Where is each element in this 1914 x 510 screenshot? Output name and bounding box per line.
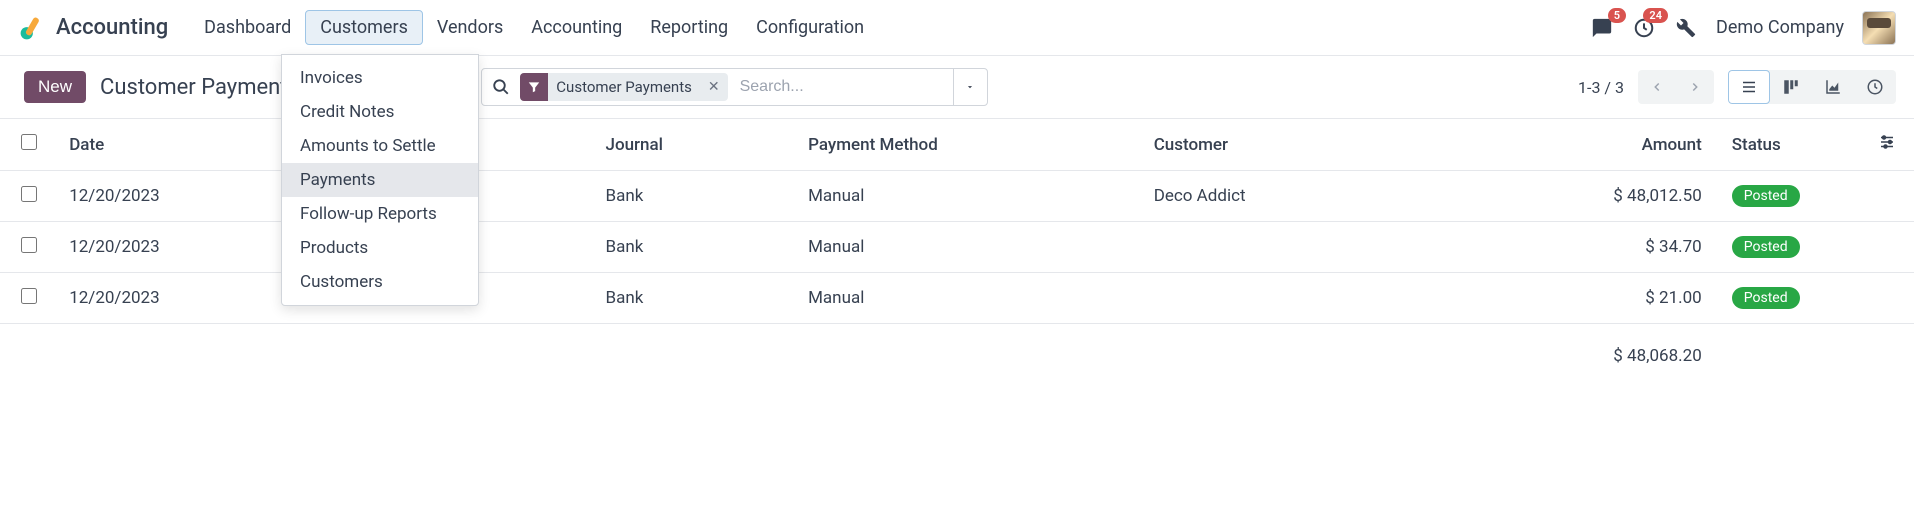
app-name: Accounting [56, 15, 168, 40]
search-box: Customer Payments ✕ [481, 68, 987, 106]
pager-buttons [1638, 70, 1714, 104]
cell-method: Manual [796, 222, 1142, 273]
filter-chip-remove[interactable]: ✕ [700, 79, 728, 95]
cell-customer [1142, 222, 1547, 273]
nav-reporting[interactable]: Reporting [636, 11, 742, 44]
dropdown-invoices[interactable]: Invoices [282, 61, 478, 95]
funnel-icon [520, 73, 548, 101]
pager-next[interactable] [1676, 70, 1714, 104]
search-input[interactable] [734, 78, 953, 96]
status-badge: Posted [1732, 185, 1800, 207]
tools-icon[interactable] [1674, 16, 1698, 40]
cell-method: Manual [796, 273, 1142, 324]
company-name[interactable]: Demo Company [1716, 17, 1844, 38]
cell-journal: Bank [594, 171, 797, 222]
dropdown-followup-reports[interactable]: Follow-up Reports [282, 197, 478, 231]
view-activity[interactable] [1854, 70, 1896, 104]
nav-items: Dashboard Customers Vendors Accounting R… [190, 10, 878, 45]
col-amount[interactable]: Amount [1547, 119, 1714, 171]
activities-badge: 24 [1643, 8, 1668, 23]
cell-method: Manual [796, 171, 1142, 222]
cell-date: 12/20/2023 [57, 273, 283, 324]
search-options-toggle[interactable] [953, 69, 987, 105]
navbar: Accounting Dashboard Customers Vendors A… [0, 0, 1914, 56]
customers-dropdown: Invoices Credit Notes Amounts to Settle … [281, 54, 479, 306]
app-logo[interactable]: Accounting [18, 14, 168, 42]
logo-icon [18, 14, 46, 42]
select-all-checkbox[interactable] [21, 134, 37, 150]
page-title: Customer Payments [100, 75, 299, 100]
col-customer[interactable]: Customer [1142, 119, 1547, 171]
view-graph[interactable] [1812, 70, 1854, 104]
status-badge: Posted [1732, 236, 1800, 258]
row-checkbox[interactable] [21, 186, 37, 202]
pager-text: 1-3 / 3 [1578, 78, 1624, 97]
dropdown-products[interactable]: Products [282, 231, 478, 265]
dropdown-credit-notes[interactable]: Credit Notes [282, 95, 478, 129]
filter-chip-label: Customer Payments [548, 78, 700, 96]
cell-date: 12/20/2023 [57, 222, 283, 273]
cell-amount: $ 48,012.50 [1547, 171, 1714, 222]
col-method[interactable]: Payment Method [796, 119, 1142, 171]
pager-prev[interactable] [1638, 70, 1676, 104]
nav-right: 5 24 Demo Company [1590, 11, 1896, 45]
cell-customer: Deco Addict [1142, 171, 1547, 222]
pager-area: 1-3 / 3 [1578, 70, 1896, 104]
nav-vendors[interactable]: Vendors [423, 11, 517, 44]
dropdown-customers[interactable]: Customers [282, 265, 478, 299]
new-button[interactable]: New [24, 71, 86, 103]
dropdown-payments[interactable]: Payments [282, 163, 478, 197]
view-switcher [1728, 70, 1896, 104]
col-status[interactable]: Status [1714, 119, 1857, 171]
cell-amount: $ 21.00 [1547, 273, 1714, 324]
table-footer-row: $ 48,068.20 [0, 324, 1914, 381]
view-kanban[interactable] [1770, 70, 1812, 104]
column-options-icon[interactable] [1878, 136, 1896, 156]
cell-customer [1142, 273, 1547, 324]
cell-journal: Bank [594, 273, 797, 324]
avatar[interactable] [1862, 11, 1896, 45]
messages-badge: 5 [1608, 8, 1626, 23]
cell-amount: $ 34.70 [1547, 222, 1714, 273]
status-badge: Posted [1732, 287, 1800, 309]
cell-date: 12/20/2023 [57, 171, 283, 222]
nav-customers[interactable]: Customers [305, 10, 423, 45]
nav-accounting[interactable]: Accounting [517, 11, 636, 44]
nav-dashboard[interactable]: Dashboard [190, 11, 305, 44]
cell-journal: Bank [594, 222, 797, 273]
search-icon[interactable] [482, 78, 520, 96]
filter-chip: Customer Payments ✕ [520, 73, 727, 101]
row-checkbox[interactable] [21, 237, 37, 253]
messages-icon[interactable]: 5 [1590, 16, 1614, 40]
col-journal[interactable]: Journal [594, 119, 797, 171]
activities-icon[interactable]: 24 [1632, 16, 1656, 40]
view-list[interactable] [1728, 70, 1770, 104]
dropdown-amounts-to-settle[interactable]: Amounts to Settle [282, 129, 478, 163]
nav-configuration[interactable]: Configuration [742, 11, 878, 44]
total-amount: $ 48,068.20 [1547, 324, 1714, 381]
col-date[interactable]: Date [57, 119, 283, 171]
row-checkbox[interactable] [21, 288, 37, 304]
